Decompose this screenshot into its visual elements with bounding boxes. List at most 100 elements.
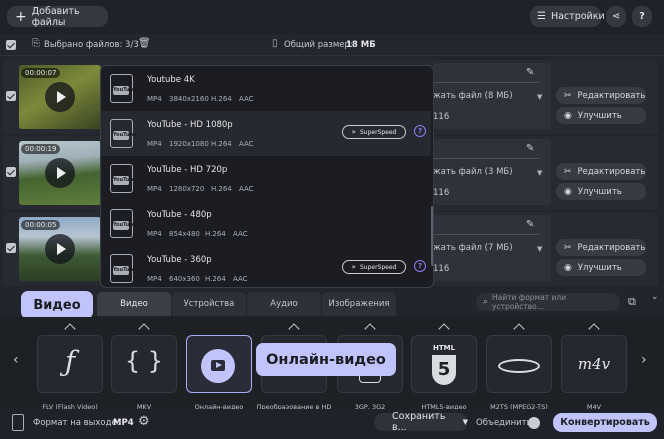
bitrate-value: 116 xyxy=(433,112,450,122)
gear-icon[interactable]: ⚙ xyxy=(138,414,150,429)
preset-container: MP4 xyxy=(147,95,162,103)
divider xyxy=(433,158,539,159)
format-html5[interactable]: HTML 5 HTML5-видео xyxy=(411,323,477,411)
superspeed-label: SuperSpeed xyxy=(359,263,397,271)
settings-button[interactable]: ☰ Настройки xyxy=(530,6,605,27)
preset-item[interactable]: YouTube YouTube - 480p MP4 854x480 H.264… xyxy=(101,201,431,246)
format-search[interactable]: ⌕ Найти формат или устройство... xyxy=(476,293,620,311)
help-icon[interactable]: ? xyxy=(414,260,426,272)
pencil-icon[interactable]: ✎ xyxy=(526,143,534,154)
save-to-dropdown[interactable]: Сохранить в... ▼ xyxy=(374,411,468,433)
superspeed-badge: » SuperSpeed xyxy=(342,125,406,139)
chevron-up-icon[interactable] xyxy=(64,323,76,335)
preset-acodec: AAC xyxy=(239,140,254,148)
chevron-down-icon[interactable]: ▼ xyxy=(537,169,542,177)
edit-button[interactable]: ✂ Редактировать xyxy=(556,239,646,256)
superspeed-icon: » xyxy=(351,128,356,136)
dropdown-scrollbar[interactable] xyxy=(431,206,433,266)
format-m4v[interactable]: m4v M4V xyxy=(561,323,627,411)
preset-dropdown: YouTube Youtube 4K MP4 3840x2160 H.264 A… xyxy=(100,65,434,288)
video-thumbnail[interactable]: 00:00:07 xyxy=(19,65,101,129)
chevron-up-icon[interactable] xyxy=(438,323,450,335)
braces-icon: { } xyxy=(124,347,164,375)
pencil-icon[interactable]: ✎ xyxy=(526,219,534,230)
bitrate-value: 116 xyxy=(433,188,450,198)
share-button[interactable]: ⋖ xyxy=(606,6,626,27)
chevron-up-icon[interactable] xyxy=(288,323,300,335)
chevron-down-icon[interactable]: ▼ xyxy=(537,245,542,253)
preset-item[interactable]: YouTube YouTube - HD 720p MP4 1280x720 H… xyxy=(101,156,431,201)
preset-name: YouTube - 360p xyxy=(147,255,212,265)
bitrate-value: 116 xyxy=(433,264,450,274)
pencil-icon[interactable]: ✎ xyxy=(526,67,534,78)
play-icon[interactable] xyxy=(45,234,75,264)
video-thumbnail[interactable]: 00:00:19 xyxy=(19,141,101,205)
preset-acodec: AAC xyxy=(233,275,248,283)
convert-button[interactable]: Конвертировать xyxy=(553,413,657,432)
preset-acodec: AAC xyxy=(239,185,254,193)
preset-item[interactable]: YouTube Youtube 4K MP4 3840x2160 H.264 A… xyxy=(101,66,431,111)
divider xyxy=(433,82,539,83)
ai-icon: ◉ xyxy=(564,110,572,121)
preset-resolution: 1280x720 xyxy=(169,185,205,193)
chevron-down-icon[interactable]: ▼ xyxy=(537,93,542,101)
output-settings[interactable]: ✎ жать файл (3 МБ) ▼ 116 xyxy=(433,139,551,205)
output-format-value[interactable]: MP4 xyxy=(113,418,134,428)
play-icon[interactable] xyxy=(45,158,75,188)
format-flv[interactable]: ƒ FLV (Flash Video) xyxy=(37,323,103,411)
convert-label: Конвертировать xyxy=(560,417,650,428)
tab-video[interactable]: Видео xyxy=(97,292,171,316)
enhance-button[interactable]: ◉ Улучшить xyxy=(556,259,646,276)
file-checkbox[interactable] xyxy=(6,243,16,253)
help-icon[interactable]: ? xyxy=(414,125,426,137)
online-video-tooltip: Онлайн-видео xyxy=(256,343,396,376)
duration-badge: 00:00:19 xyxy=(21,144,61,154)
play-icon[interactable] xyxy=(45,82,75,112)
merge-label: Объединить: xyxy=(476,418,535,428)
chevron-up-icon[interactable] xyxy=(588,323,600,335)
output-settings[interactable]: ✎ жать файл (7 МБ) ▼ 116 xyxy=(433,215,551,281)
video-thumbnail[interactable]: 00:00:05 xyxy=(19,217,101,281)
format-m2ts[interactable]: M2TS (MPEG2-TS) xyxy=(486,323,552,411)
file-checkbox[interactable] xyxy=(6,167,16,177)
trash-icon[interactable]: 🗑 xyxy=(138,38,151,49)
tab-audio[interactable]: Аудио xyxy=(247,292,321,316)
add-files-button[interactable]: + Добавить файлы xyxy=(7,6,108,28)
collapse-chevron-icon[interactable]: ⌄ xyxy=(651,292,659,302)
chevron-down-icon: ▼ xyxy=(462,418,468,426)
enhance-button[interactable]: ◉ Улучшить xyxy=(556,107,646,124)
enhance-button[interactable]: ◉ Улучшить xyxy=(556,183,646,200)
duration-badge: 00:00:07 xyxy=(21,68,61,78)
edit-label: Редактировать xyxy=(577,166,646,177)
tab-images[interactable]: Изображения xyxy=(322,292,396,316)
format-mkv[interactable]: { } MKV xyxy=(111,323,177,411)
search-input[interactable]: Найти формат или устройство... xyxy=(492,293,620,311)
compress-file-label[interactable]: жать файл (3 МБ) xyxy=(433,167,513,177)
edit-button[interactable]: ✂ Редактировать xyxy=(556,87,646,104)
preset-item[interactable]: YouTube YouTube - HD 1080p MP4 1920x1080… xyxy=(101,111,431,156)
compress-file-label[interactable]: жать файл (8 МБ) xyxy=(433,91,513,101)
m4v-icon: m4v xyxy=(577,355,611,373)
select-all-checkbox[interactable] xyxy=(6,40,16,50)
preset-item[interactable]: YouTube YouTube - 360p MP4 640x360 H.264… xyxy=(101,246,431,287)
preset-name: Youtube 4K xyxy=(147,75,195,85)
merge-toggle[interactable] xyxy=(528,417,540,429)
output-format-label: Формат на выходе: xyxy=(33,418,120,428)
video-tooltip: Видео xyxy=(21,291,93,319)
tab-devices[interactable]: Устройства xyxy=(172,292,246,316)
output-settings[interactable]: ✎ жать файл (8 МБ) ▼ 116 xyxy=(433,63,551,129)
chevron-up-icon[interactable] xyxy=(364,323,376,335)
help-button[interactable]: ? xyxy=(632,6,652,27)
preset-resolution: 640x360 xyxy=(169,275,200,283)
divider xyxy=(433,234,539,235)
chevron-up-icon[interactable] xyxy=(513,323,525,335)
play-triangle-icon xyxy=(216,362,222,368)
chevron-up-icon[interactable] xyxy=(138,323,150,335)
file-checkbox[interactable] xyxy=(6,91,16,101)
compress-file-label[interactable]: жать файл (7 МБ) xyxy=(433,243,513,253)
preset-container: MP4 xyxy=(147,230,162,238)
import-icon[interactable]: ⧉ xyxy=(628,295,636,309)
edit-button[interactable]: ✂ Редактировать xyxy=(556,163,646,180)
format-online-video[interactable]: Онлайн-видео xyxy=(186,325,252,411)
settings-label: Настройки xyxy=(550,11,605,22)
